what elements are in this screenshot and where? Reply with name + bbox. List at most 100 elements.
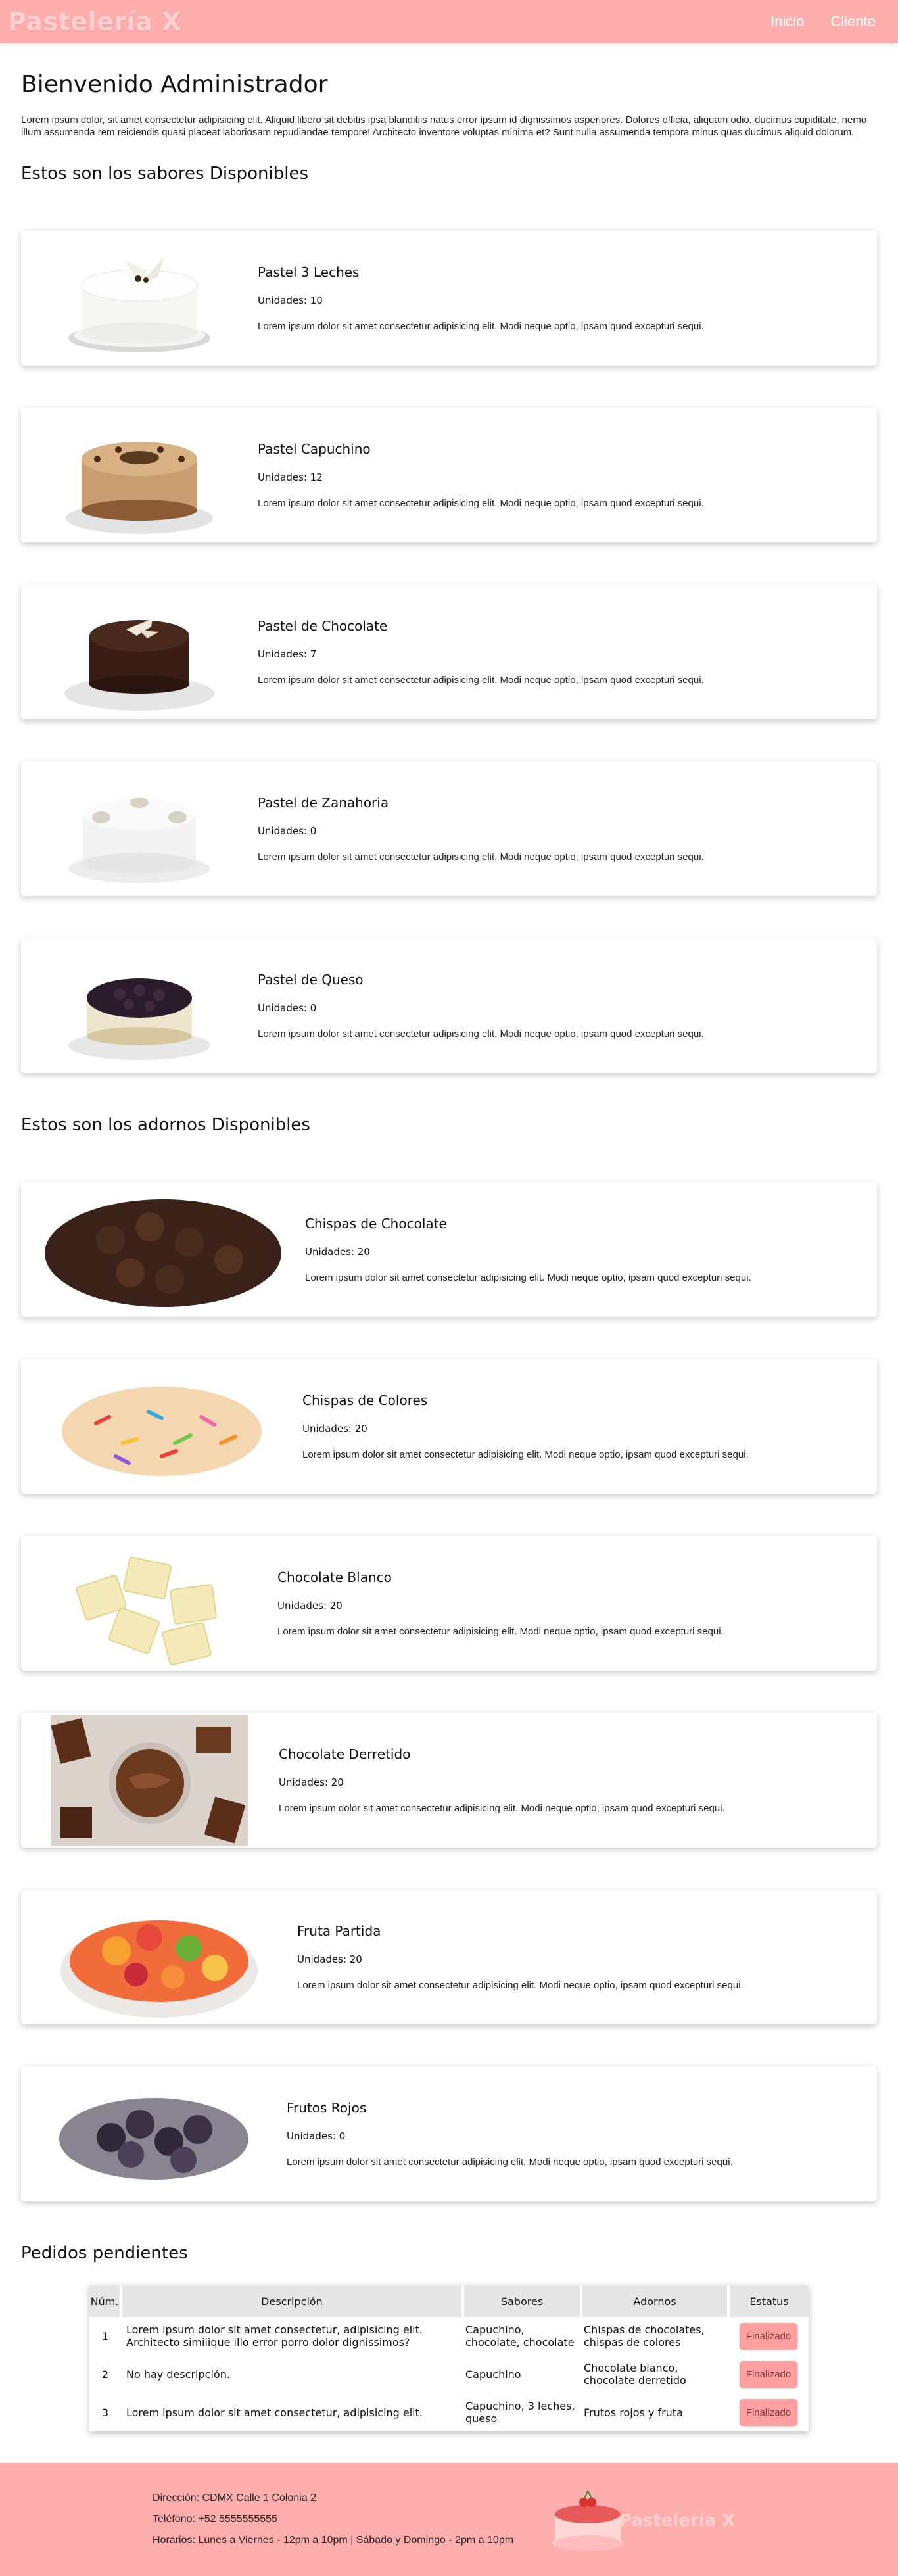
adorno-card: Chocolate Blanco Unidades: 20 Lorem ipsu… <box>21 1536 877 1671</box>
card-body: Frutos Rojos Unidades: 0 Lorem ipsum dol… <box>287 2100 733 2168</box>
footer: Dirección: CDMX Calle 1 Colonia 2 Teléfo… <box>0 2463 898 2576</box>
finalizado-button[interactable]: Finalizado <box>739 2322 798 2350</box>
order-sabores: Capuchino, chocolate, chocolate <box>465 2324 575 2349</box>
card-units: Unidades: 20 <box>279 1777 344 1788</box>
card-body: Pastel de Chocolate Unidades: 7 Lorem ip… <box>258 618 704 686</box>
card-description: Lorem ipsum dolor sit amet consectetur a… <box>258 1028 704 1039</box>
red-berries-image <box>21 2068 287 2200</box>
adorno-card: Fruta Partida Unidades: 20 Lorem ipsum d… <box>21 1890 877 2024</box>
page-title: Bienvenido Administrador <box>21 71 328 98</box>
finalizado-button[interactable]: Finalizado <box>739 2398 798 2426</box>
white-chocolate-image <box>21 1538 277 1669</box>
adorno-card: Chocolate Derretido Unidades: 20 Lorem i… <box>21 1713 877 1848</box>
card-title: Chispas de Colores <box>302 1393 428 1408</box>
card-title: Pastel 3 Leches <box>258 264 360 280</box>
orders-table-wrapper: Núm. Descripción Sabores Adornos Estatus… <box>89 2285 809 2431</box>
card-body: Chocolate Derretido Unidades: 20 Lorem i… <box>279 1746 725 1814</box>
card-units: Unidades: 10 <box>258 295 323 306</box>
finalizado-button[interactable]: Finalizado <box>739 2360 798 2388</box>
order-description: Lorem ipsum dolor sit amet consectetur, … <box>126 2324 423 2349</box>
header-descripcion: Descripción <box>121 2285 464 2317</box>
card-title: Frutos Rojos <box>287 2100 367 2116</box>
footer-address: Dirección: CDMX Calle 1 Colonia 2 <box>153 2493 316 2504</box>
table-row: 1 Lorem ipsum dolor sit amet consectetur… <box>89 2317 809 2355</box>
card-description: Lorem ipsum dolor sit amet consectetur a… <box>258 498 704 509</box>
cake-logo-icon <box>552 2490 623 2551</box>
order-adornos: Chispas de chocolates, chispas de colore… <box>584 2324 705 2349</box>
card-description: Lorem ipsum dolor sit amet consectetur a… <box>258 321 704 332</box>
footer-phone: Teléfono: +52 5555555555 <box>153 2514 277 2525</box>
sabores-section-title: Estos son los sabores Disponibles <box>21 164 309 183</box>
header-num: Núm. <box>89 2285 122 2317</box>
card-title: Chispas de Chocolate <box>305 1216 447 1231</box>
card-units: Unidades: 7 <box>258 648 317 660</box>
footer-info: Dirección: CDMX Calle 1 Colonia 2 Teléfo… <box>153 2483 513 2556</box>
card-units: Unidades: 0 <box>287 2130 346 2142</box>
sabor-card: Pastel de Chocolate Unidades: 7 Lorem ip… <box>21 584 877 719</box>
card-units: Unidades: 20 <box>277 1600 343 1611</box>
main-content: Bienvenido Administrador Lorem ipsum dol… <box>0 71 898 2431</box>
card-title: Chocolate Derretido <box>279 1746 411 1762</box>
header-estatus: Estatus <box>728 2285 809 2317</box>
nav-link-inicio[interactable]: Inicio <box>770 13 804 30</box>
card-body: Pastel 3 Leches Unidades: 10 Lorem ipsum… <box>258 264 704 332</box>
pedidos-section-title: Pedidos pendientes <box>21 2243 188 2263</box>
table-row: 2 No hay descripción. Capuchino Chocolat… <box>89 2355 809 2393</box>
sabor-card: Pastel Capuchino Unidades: 12 Lorem ipsu… <box>21 408 877 542</box>
melted-chocolate-image <box>21 1714 279 1846</box>
chocolate-chips-image <box>21 1184 305 1316</box>
order-description: Lorem ipsum dolor sit amet consectetur, … <box>126 2406 423 2419</box>
order-status-cell: Finalizado <box>728 2393 809 2431</box>
card-units: Unidades: 0 <box>258 1002 317 1014</box>
navbar: Pastelería X Inicio Cliente <box>0 0 898 43</box>
card-title: Fruta Partida <box>297 1923 381 1939</box>
card-title: Chocolate Blanco <box>277 1569 392 1585</box>
cake-image-tres-leches <box>21 233 258 364</box>
nav-menu: Inicio Cliente <box>770 13 891 30</box>
orders-table: Núm. Descripción Sabores Adornos Estatus… <box>89 2285 809 2431</box>
card-description: Lorem ipsum dolor sit amet consectetur a… <box>287 2157 733 2168</box>
footer-brand-name: Pastelería X <box>619 2511 736 2531</box>
card-body: Chispas de Chocolate Unidades: 20 Lorem … <box>305 1216 751 1283</box>
brand-name[interactable]: Pastelería X <box>8 7 181 36</box>
footer-logo: Pastelería X <box>551 2488 735 2554</box>
cake-image-capuchino <box>21 410 258 541</box>
card-description: Lorem ipsum dolor sit amet consectetur a… <box>297 1980 744 1991</box>
sabor-card: Pastel de Queso Unidades: 0 Lorem ipsum … <box>21 938 877 1073</box>
adornos-section-title: Estos son los adornos Disponibles <box>21 1115 310 1135</box>
adorno-card: Frutos Rojos Unidades: 0 Lorem ipsum dol… <box>21 2066 877 2201</box>
cake-image-chocolate <box>21 586 258 718</box>
fruit-bowl-image <box>21 1892 297 2023</box>
order-number: 2 <box>101 2368 109 2381</box>
brand-logo[interactable]: Pastelería X <box>8 7 181 36</box>
card-description: Lorem ipsum dolor sit amet consectetur a… <box>277 1626 724 1637</box>
card-title: Pastel de Queso <box>258 972 364 988</box>
card-description: Lorem ipsum dolor sit amet consectetur a… <box>279 1803 725 1814</box>
card-units: Unidades: 20 <box>297 1953 362 1965</box>
card-title: Pastel de Chocolate <box>258 618 388 634</box>
order-sabores: Capuchino <box>465 2368 521 2381</box>
intro-text: Lorem ipsum dolor, sit amet consectetur … <box>21 114 867 138</box>
cake-image-queso <box>21 940 258 1072</box>
order-number: 3 <box>101 2406 109 2419</box>
sabores-list: Pastel 3 Leches Unidades: 10 Lorem ipsum… <box>21 231 877 1073</box>
order-adornos: Chocolate blanco, chocolate derretido <box>584 2362 686 2387</box>
card-description: Lorem ipsum dolor sit amet consectetur a… <box>305 1272 751 1283</box>
sabor-card: Pastel 3 Leches Unidades: 10 Lorem ipsum… <box>21 231 877 366</box>
nav-link-cliente[interactable]: Cliente <box>831 13 876 30</box>
adornos-list: Chispas de Chocolate Unidades: 20 Lorem … <box>21 1182 877 2201</box>
card-description: Lorem ipsum dolor sit amet consectetur a… <box>258 851 704 863</box>
sabor-card: Pastel de Zanahoria Unidades: 0 Lorem ip… <box>21 761 877 896</box>
order-status-cell: Finalizado <box>728 2317 809 2355</box>
adorno-card: Chispas de Colores Unidades: 20 Lorem ip… <box>21 1359 877 1494</box>
card-body: Pastel Capuchino Unidades: 12 Lorem ipsu… <box>258 441 704 509</box>
card-title: Pastel Capuchino <box>258 441 371 457</box>
order-number: 1 <box>101 2329 109 2343</box>
order-status-cell: Finalizado <box>728 2355 809 2393</box>
card-body: Chocolate Blanco Unidades: 20 Lorem ipsu… <box>277 1569 724 1637</box>
card-units: Unidades: 12 <box>258 471 323 483</box>
adorno-card: Chispas de Chocolate Unidades: 20 Lorem … <box>21 1182 877 1317</box>
table-row: 3 Lorem ipsum dolor sit amet consectetur… <box>89 2393 809 2431</box>
order-sabores: Capuchino, 3 leches, queso <box>465 2400 575 2425</box>
card-body: Pastel de Queso Unidades: 0 Lorem ipsum … <box>258 972 704 1039</box>
